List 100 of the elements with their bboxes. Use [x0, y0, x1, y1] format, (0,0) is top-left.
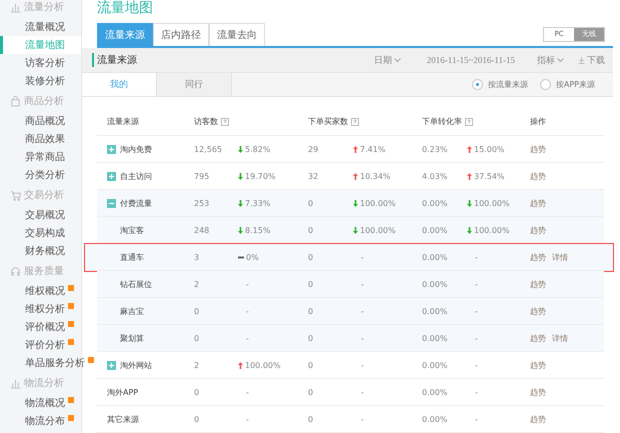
table-cell-text: 0.00% [422, 226, 448, 234]
table-cell-text: 29 [308, 144, 320, 154]
radio-label: 按流量来源 [488, 79, 528, 90]
sidebar-item[interactable]: 分类分析 [0, 166, 81, 184]
sidebar-item[interactable]: 物流概况 [0, 394, 81, 412]
empty-value: - [474, 306, 479, 316]
sidebar-item[interactable]: 流量概况 [0, 18, 81, 36]
help-icon[interactable] [351, 118, 359, 126]
sidebar-item-label: 流量概况 [25, 20, 65, 34]
empty-value: - [245, 334, 250, 342]
expand-icon[interactable] [107, 172, 116, 180]
help-icon[interactable] [465, 118, 473, 126]
up-arrow-icon [238, 362, 243, 368]
expand-icon[interactable] [107, 144, 116, 154]
sidebar-item-label: 交易构成 [25, 226, 65, 240]
action-link[interactable]: 趋势 [530, 278, 546, 290]
caret-icon [557, 58, 564, 62]
sidebar-group-title: 服务质量 [24, 264, 64, 278]
action-link[interactable]: 趋势 [530, 360, 546, 370]
action-link[interactable]: 详情 [552, 252, 568, 262]
radio-option[interactable]: 按APP来源 [540, 79, 595, 90]
radio-option[interactable]: 按流量来源 [472, 79, 528, 90]
sidebar-item-label: 异常商品 [25, 150, 65, 164]
subtab[interactable]: 我的 [82, 73, 157, 96]
sidebar-item[interactable]: 评价分析 [0, 336, 81, 354]
change-value: 8.15% [245, 226, 270, 234]
source-name: 其它来源 [107, 414, 139, 424]
expand-icon[interactable] [107, 360, 116, 370]
sidebar-item[interactable]: 流量地图 [0, 36, 81, 54]
down-arrow-icon [353, 200, 358, 206]
table-cell-text: 12,565 [194, 144, 223, 154]
collapse-icon[interactable] [107, 198, 116, 208]
tab[interactable]: 店内路径 [153, 22, 209, 46]
bag-icon [10, 96, 21, 106]
sidebar-item-label: 评价分析 [25, 338, 65, 352]
action-link[interactable]: 趋势 [530, 224, 546, 236]
table-cell-text: 0.00% [422, 280, 448, 288]
action-link[interactable]: 详情 [552, 332, 568, 344]
sidebar-item[interactable]: 财务概况 [0, 242, 81, 260]
table-cell-text: 0 [194, 306, 200, 316]
table-cell-text: 248 [194, 226, 210, 234]
sidebar-item[interactable]: 访客分析 [0, 54, 81, 72]
sidebar-item-label: 访客分析 [25, 56, 65, 70]
sidebar-item[interactable]: 商品概况 [0, 112, 81, 130]
column-header: 流量来源 [107, 116, 140, 127]
empty-value: - [360, 360, 365, 370]
table-cell-text: 0 [194, 334, 200, 342]
action-link[interactable]: 趋势 [530, 332, 546, 344]
empty-value: - [245, 306, 250, 316]
down-arrow-icon [238, 226, 243, 234]
sidebar-item[interactable]: 交易构成 [0, 224, 81, 242]
sidebar-item[interactable]: 装修分析 [0, 72, 81, 90]
metric-dropdown[interactable]: 指标 [537, 54, 564, 66]
source-name: 钻石展位 [120, 278, 152, 290]
change-value: 7.41% [360, 144, 386, 154]
action-link[interactable]: 趋势 [530, 306, 546, 316]
bar-chart-icon [10, 378, 21, 388]
download-link[interactable]: 下载 [578, 54, 605, 66]
table-cell-text: 0.00% [422, 198, 448, 208]
date-dropdown[interactable]: 日期 [374, 54, 401, 66]
column-header: 下单转化率 [422, 116, 530, 127]
action-link[interactable]: 趋势 [530, 414, 546, 424]
empty-value: - [474, 360, 479, 370]
source-name: 淘宝客 [120, 224, 144, 236]
tab[interactable]: 流量来源 [97, 22, 153, 46]
source-name: 淘内免费 [120, 144, 152, 154]
radio-button[interactable] [472, 79, 483, 90]
up-arrow-icon [353, 146, 358, 152]
sidebar-item-label: 维权概况 [25, 284, 65, 298]
sidebar-item[interactable]: 维权概况 [0, 282, 81, 300]
table-cell-text: 0.23% [422, 144, 448, 154]
sidebar-item[interactable]: 商品效果 [0, 130, 81, 148]
action-link[interactable]: 趋势 [530, 386, 546, 398]
down-arrow-icon [238, 146, 243, 152]
action-link[interactable]: 趋势 [530, 144, 546, 154]
help-icon[interactable] [221, 118, 229, 126]
table-cell-text: 0 [194, 388, 200, 396]
action-link[interactable]: 趋势 [530, 252, 546, 262]
table-cell-text: 0.00% [422, 306, 448, 316]
tab[interactable]: 流量去向 [209, 22, 265, 46]
change-value: 15.00% [474, 144, 505, 154]
download-icon [578, 56, 585, 64]
column-header: 访客数 [194, 116, 308, 127]
sidebar-item[interactable]: 评价概况 [0, 318, 81, 336]
sidebar-item[interactable]: 异常商品 [0, 148, 81, 166]
source-name: 自主访问 [120, 170, 152, 182]
sidebar-item[interactable]: 交易概况 [0, 206, 81, 224]
sidebar-item-label: 维权分析 [25, 302, 65, 316]
subtab[interactable]: 同行 [157, 73, 232, 96]
source-name: 付费流量 [120, 198, 152, 208]
radio-button[interactable] [540, 79, 551, 90]
action-link[interactable]: 趋势 [530, 198, 546, 208]
sidebar-item-label: 物流概况 [25, 396, 65, 410]
sidebar-item-label: 单品服务分析 [25, 356, 85, 370]
down-arrow-icon [467, 200, 472, 206]
action-link[interactable]: 趋势 [530, 170, 546, 182]
sidebar-item[interactable]: 物流分布 [0, 412, 81, 430]
sidebar-item[interactable]: 维权分析 [0, 300, 81, 318]
empty-value: - [245, 280, 250, 288]
empty-value: - [474, 252, 479, 262]
